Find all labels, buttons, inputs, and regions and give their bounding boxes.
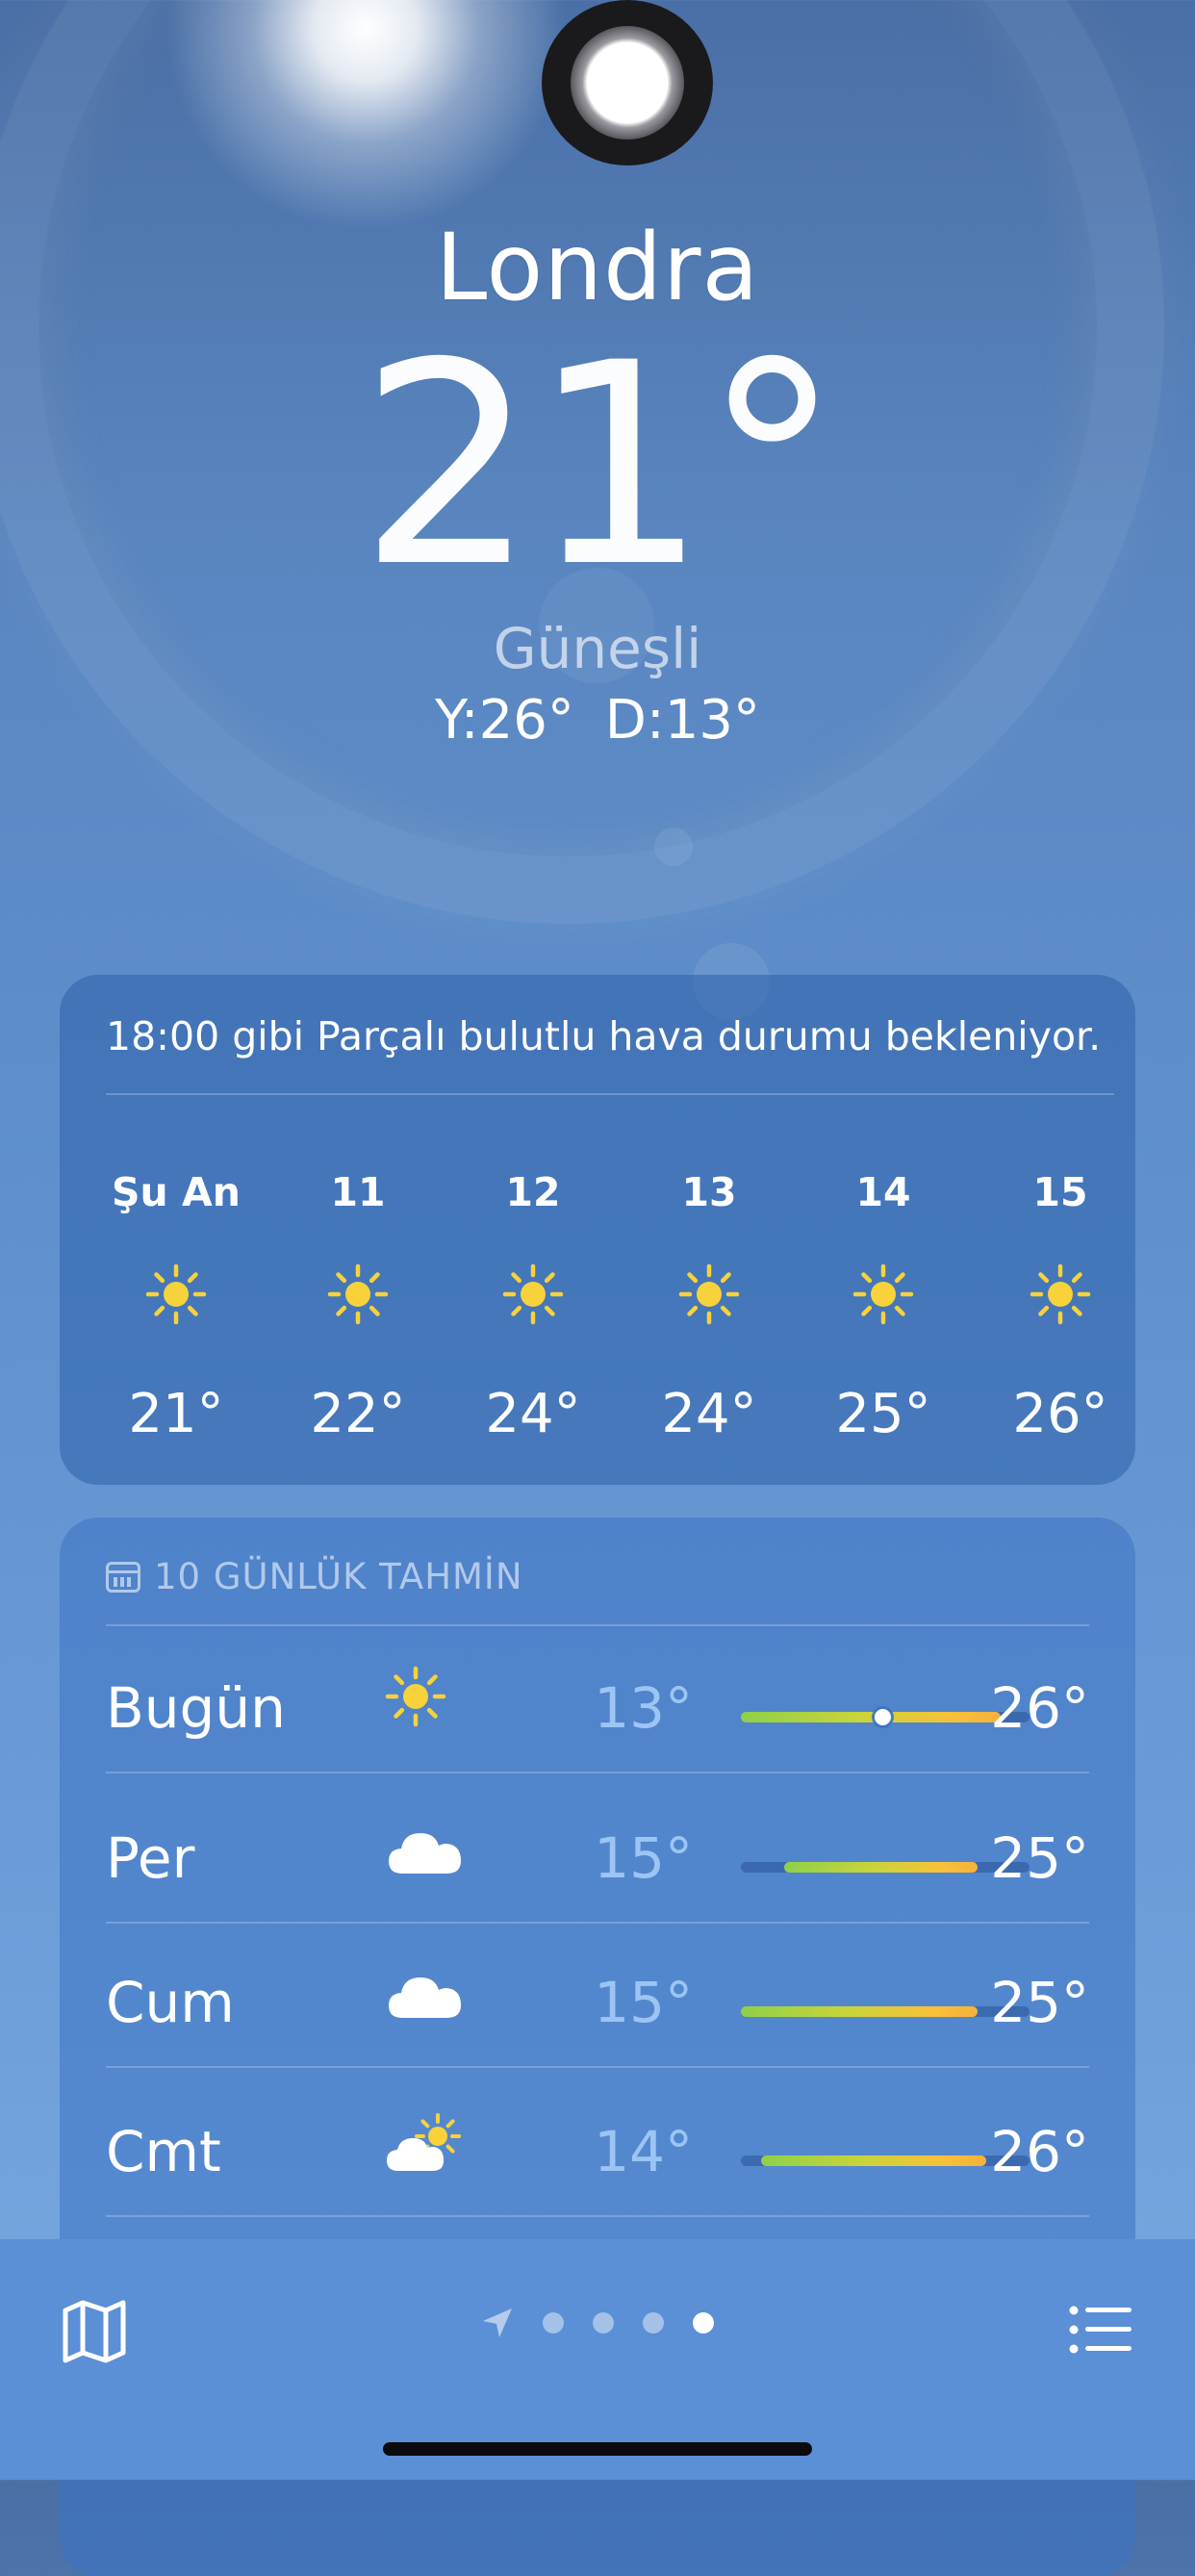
hour-label: 13 — [681, 1169, 737, 1215]
daily-row[interactable]: Cum 15° 25° — [106, 1922, 1089, 2066]
sun-icon — [145, 1263, 207, 1325]
page-dot[interactable] — [593, 2312, 614, 2334]
divider — [106, 1772, 1089, 1773]
hour-temperature: 22° — [310, 1383, 406, 1445]
hour-label: 15 — [1032, 1169, 1088, 1215]
divider — [106, 1624, 1089, 1626]
hourly-summary: 18:00 gibi Parçalı bulutlu hava durumu b… — [106, 1013, 1102, 1059]
location-arrow-icon[interactable] — [481, 2307, 514, 2339]
sun-icon — [385, 1666, 466, 1735]
daily-row[interactable]: Cmt 14° 26° — [106, 2071, 1089, 2215]
temperature-range-fill — [741, 2006, 978, 2017]
day-name: Per — [106, 1825, 195, 1891]
high-low-text: Y:26° D:13° — [435, 689, 760, 752]
hour-temperature: 24° — [661, 1383, 757, 1445]
sun-icon — [1030, 1263, 1091, 1325]
divider — [106, 2066, 1089, 2068]
calendar-icon — [106, 1561, 140, 1593]
low-temperature: 15° — [594, 1970, 693, 2035]
hourly-forecast-card[interactable]: 18:00 gibi Parçalı bulutlu hava durumu b… — [60, 975, 1135, 1485]
low-temperature: 14° — [594, 2119, 693, 2184]
high-temperature: 26° — [990, 2119, 1089, 2184]
hour-label: Şu An — [112, 1169, 241, 1215]
hour-label: 11 — [330, 1169, 386, 1215]
day-name: Cmt — [106, 2119, 221, 2184]
hour-temperature: 26° — [1012, 1383, 1108, 1445]
divider — [106, 2215, 1089, 2217]
sun-icon — [852, 1263, 914, 1325]
divider — [106, 1093, 1114, 1095]
hour-label: 12 — [505, 1169, 561, 1215]
temperature-range-bar — [741, 2155, 1030, 2166]
cloud-icon — [385, 1816, 466, 1885]
condition-text: Güneşli — [493, 616, 702, 681]
temperature-range-bar — [741, 1862, 1030, 1873]
list-icon[interactable] — [1066, 2295, 1135, 2364]
hour-label: 14 — [855, 1169, 911, 1215]
hour-temperature: 21° — [128, 1383, 224, 1445]
temperature-range-bar — [741, 1709, 1030, 1725]
daily-forecast-title: 10 GÜNLÜK TAHMİN — [154, 1556, 523, 1597]
high-temperature: 26° — [990, 1675, 1089, 1741]
page-dot[interactable] — [643, 2312, 664, 2334]
low-temperature: 15° — [594, 1825, 693, 1891]
home-indicator[interactable] — [383, 2442, 812, 2456]
page-dot[interactable] — [543, 2312, 564, 2334]
temperature-range-fill — [761, 2155, 986, 2166]
high-temperature: 25° — [990, 1825, 1089, 1891]
hour-temperature: 24° — [485, 1383, 581, 1445]
temperature-range-fill — [784, 1862, 978, 1873]
partly-sunny-icon — [385, 2109, 466, 2179]
low-temperature: 13° — [594, 1675, 693, 1741]
day-name: Bugün — [106, 1675, 286, 1741]
daily-row[interactable]: Bugün 13° 26° — [106, 1627, 1089, 1772]
current-temperature: 21° — [358, 304, 842, 628]
day-name: Cum — [106, 1970, 235, 2035]
temperature-range-fill — [741, 1712, 1001, 1722]
front-camera — [542, 0, 713, 166]
sun-icon — [327, 1263, 389, 1325]
high-temperature: 25° — [990, 1970, 1089, 2035]
temperature-range-bar — [741, 2006, 1030, 2017]
cloud-icon — [385, 1960, 466, 2029]
daily-forecast-header: 10 GÜNLÜK TAHMİN — [106, 1556, 523, 1597]
sun-icon — [502, 1263, 564, 1325]
current-temperature-dot — [875, 1709, 891, 1725]
hour-temperature: 25° — [835, 1383, 931, 1445]
lens-flare — [654, 828, 693, 866]
page-indicator[interactable] — [0, 2307, 1195, 2339]
daily-row[interactable]: Per 15° 25° — [106, 1777, 1089, 1922]
page-dot[interactable] — [693, 2312, 714, 2334]
sun-icon — [678, 1263, 740, 1325]
